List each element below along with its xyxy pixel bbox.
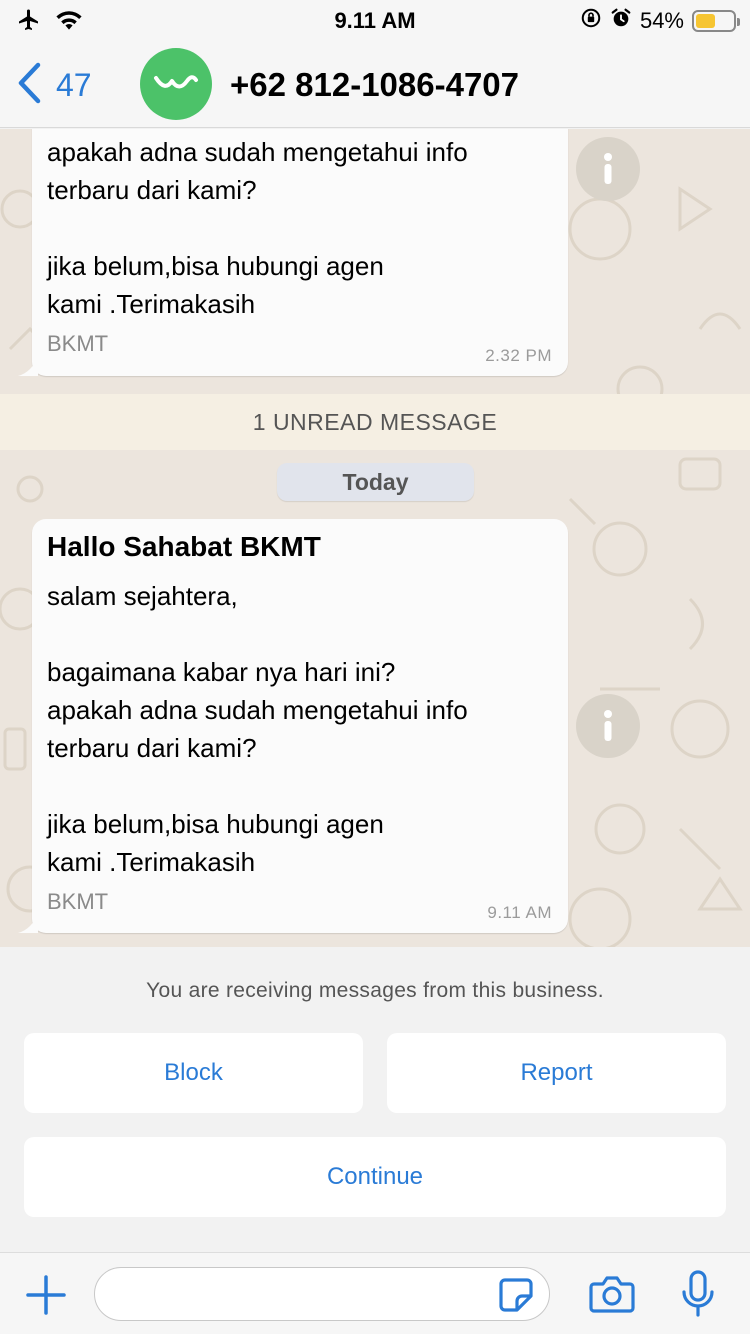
- unread-count: 47: [56, 67, 92, 103]
- message-bubble[interactable]: apakah adna sudah mengetahui info terbar…: [18, 129, 568, 376]
- sticker-button[interactable]: [494, 1273, 538, 1317]
- chat-area[interactable]: apakah adna sudah mengetahui info terbar…: [0, 129, 750, 947]
- message-footer: BKMT: [47, 889, 109, 914]
- battery-icon: [692, 10, 740, 32]
- message-time: 2.32 PM: [485, 346, 552, 365]
- info-button[interactable]: [576, 137, 640, 201]
- date-divider: Today: [277, 463, 474, 501]
- camera-icon: [589, 1276, 635, 1313]
- block-button[interactable]: Block: [24, 1033, 363, 1113]
- sticker-icon: [499, 1278, 533, 1312]
- rotation-lock-icon: [580, 7, 602, 35]
- message-title: Hallo Sahabat BKMT: [47, 531, 321, 562]
- info-icon: [604, 710, 612, 741]
- message-input[interactable]: [94, 1267, 550, 1321]
- unread-banner: 1 UNREAD MESSAGE: [0, 394, 750, 450]
- microphone-icon: [682, 1270, 714, 1317]
- input-bar: [0, 1252, 750, 1334]
- contact-name[interactable]: +62 812-1086-4707: [230, 66, 519, 104]
- back-button[interactable]: 47: [16, 62, 92, 109]
- continue-button[interactable]: Continue: [24, 1137, 726, 1217]
- business-logo-icon: [154, 75, 198, 89]
- chat-header: 47 +62 812-1086-4707: [0, 40, 750, 128]
- alarm-icon: [610, 7, 632, 35]
- battery-level: [696, 14, 716, 28]
- status-right: 54%: [580, 7, 740, 35]
- info-icon: [604, 153, 612, 184]
- bubble-tail: [18, 913, 38, 933]
- status-bar: 9.11 AM 54%: [0, 0, 750, 40]
- report-button[interactable]: Report: [387, 1033, 726, 1113]
- add-attachment-button[interactable]: [22, 1271, 70, 1319]
- message-footer: BKMT: [47, 331, 109, 356]
- info-button[interactable]: [576, 694, 640, 758]
- message-text: apakah adna sudah mengetahui info terbar…: [47, 137, 468, 319]
- message-bubble[interactable]: Hallo Sahabat BKMT salam sejahtera, baga…: [18, 519, 568, 933]
- business-notice: You are receiving messages from this bus…: [146, 979, 604, 1002]
- microphone-button[interactable]: [676, 1267, 720, 1321]
- plus-icon: [26, 1275, 66, 1315]
- chevron-left-icon: [16, 62, 42, 109]
- bubble-tail: [18, 356, 38, 376]
- battery-percent: 54%: [639, 8, 684, 33]
- message-text: salam sejahtera, bagaimana kabar nya har…: [47, 581, 468, 877]
- message-time: 9.11 AM: [487, 903, 552, 922]
- business-panel: You are receiving messages from this bus…: [0, 947, 750, 1252]
- camera-button[interactable]: [586, 1269, 638, 1319]
- avatar[interactable]: [140, 48, 212, 120]
